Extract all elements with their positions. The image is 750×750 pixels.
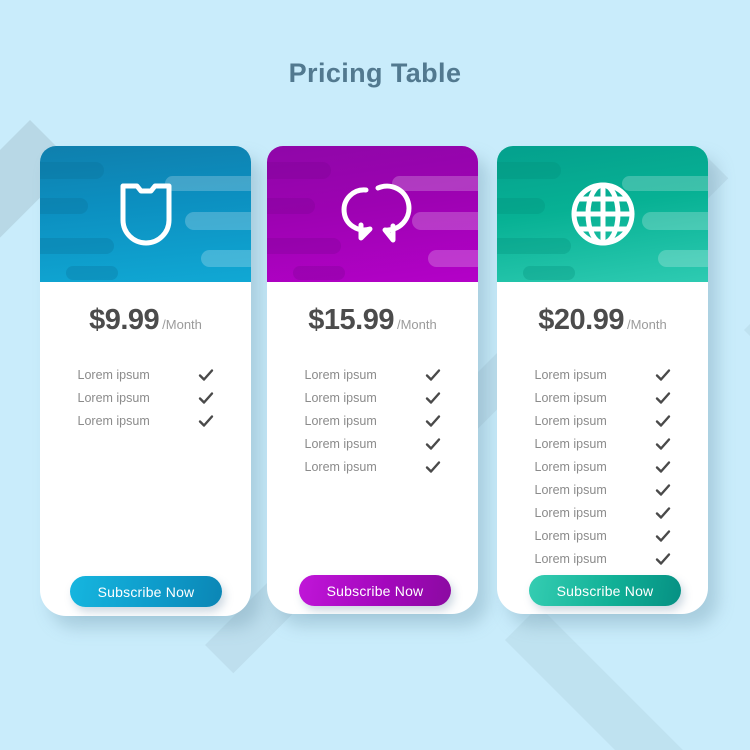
- list-item: Lorem ipsum: [535, 363, 671, 386]
- card-header: [40, 146, 251, 282]
- list-item: Lorem ipsum: [535, 478, 671, 501]
- check-icon: [425, 414, 440, 427]
- price-period: /Month: [626, 317, 667, 332]
- check-icon: [655, 552, 670, 565]
- list-item: Lorem ipsum: [78, 386, 214, 409]
- pricing-card: $9.99/Month Lorem ipsum Lorem ipsum Lore…: [40, 146, 251, 616]
- check-icon: [655, 506, 670, 519]
- subscribe-button[interactable]: Subscribe Now: [70, 576, 222, 607]
- check-icon: [198, 414, 213, 427]
- feature-list: Lorem ipsum Lorem ipsum Lorem ipsum Lore…: [305, 363, 441, 478]
- check-icon: [425, 437, 440, 450]
- subscribe-button[interactable]: Subscribe Now: [299, 575, 451, 606]
- check-icon: [655, 414, 670, 427]
- feature-label: Lorem ipsum: [534, 482, 607, 497]
- price-row: $9.99/Month: [40, 304, 251, 337]
- subscribe-button[interactable]: Subscribe Now: [529, 575, 681, 606]
- price-row: $15.99/Month: [267, 304, 478, 337]
- chat-bubbles-icon: [267, 146, 478, 282]
- check-icon: [425, 460, 440, 473]
- list-item: Lorem ipsum: [535, 524, 671, 547]
- check-icon: [425, 368, 440, 381]
- check-icon: [655, 437, 670, 450]
- list-item: Lorem ipsum: [535, 386, 671, 409]
- card-header: [267, 146, 478, 282]
- list-item: Lorem ipsum: [305, 363, 441, 386]
- list-item: Lorem ipsum: [305, 409, 441, 432]
- feature-label: Lorem ipsum: [77, 367, 150, 382]
- feature-label: Lorem ipsum: [304, 390, 377, 405]
- price-amount: $9.99: [89, 304, 160, 336]
- feature-label: Lorem ipsum: [534, 505, 607, 520]
- price-amount: $15.99: [308, 304, 394, 336]
- price-amount: $20.99: [538, 304, 624, 336]
- feature-label: Lorem ipsum: [304, 367, 377, 382]
- list-item: Lorem ipsum: [78, 363, 214, 386]
- feature-label: Lorem ipsum: [534, 367, 607, 382]
- feature-label: Lorem ipsum: [77, 413, 150, 428]
- price-period: /Month: [396, 317, 437, 332]
- check-icon: [655, 391, 670, 404]
- feature-label: Lorem ipsum: [304, 413, 377, 428]
- check-icon: [655, 529, 670, 542]
- feature-label: Lorem ipsum: [534, 528, 607, 543]
- feature-label: Lorem ipsum: [534, 459, 607, 474]
- feature-label: Lorem ipsum: [534, 390, 607, 405]
- price-row: $20.99/Month: [497, 304, 708, 337]
- feature-label: Lorem ipsum: [77, 390, 150, 405]
- pricing-page: Pricing Table $9.99/Month Lorem ipsum Lo…: [0, 0, 750, 750]
- check-icon: [425, 391, 440, 404]
- feature-label: Lorem ipsum: [534, 413, 607, 428]
- check-icon: [198, 391, 213, 404]
- feature-label: Lorem ipsum: [534, 436, 607, 451]
- price-period: /Month: [162, 317, 202, 332]
- feature-label: Lorem ipsum: [304, 436, 377, 451]
- feature-label: Lorem ipsum: [304, 459, 377, 474]
- list-item: Lorem ipsum: [535, 409, 671, 432]
- check-icon: [655, 460, 670, 473]
- globe-icon: [497, 146, 708, 282]
- shield-icon: [40, 146, 251, 282]
- pricing-card: $15.99/Month Lorem ipsum Lorem ipsum Lor…: [267, 146, 478, 614]
- page-title: Pricing Table: [288, 58, 462, 88]
- list-item: Lorem ipsum: [78, 409, 214, 432]
- list-item: Lorem ipsum: [535, 501, 671, 524]
- check-icon: [198, 368, 213, 381]
- card-header: [497, 146, 708, 282]
- list-item: Lorem ipsum: [305, 455, 441, 478]
- feature-list: Lorem ipsum Lorem ipsum Lorem ipsum: [78, 363, 214, 432]
- list-item: Lorem ipsum: [305, 386, 441, 409]
- list-item: Lorem ipsum: [535, 547, 671, 570]
- check-icon: [655, 483, 670, 496]
- list-item: Lorem ipsum: [305, 432, 441, 455]
- check-icon: [655, 368, 670, 381]
- list-item: Lorem ipsum: [535, 455, 671, 478]
- pricing-card: $20.99/Month Lorem ipsum Lorem ipsum Lor…: [497, 146, 708, 614]
- feature-list: Lorem ipsum Lorem ipsum Lorem ipsum Lore…: [535, 363, 671, 570]
- feature-label: Lorem ipsum: [534, 551, 607, 566]
- list-item: Lorem ipsum: [535, 432, 671, 455]
